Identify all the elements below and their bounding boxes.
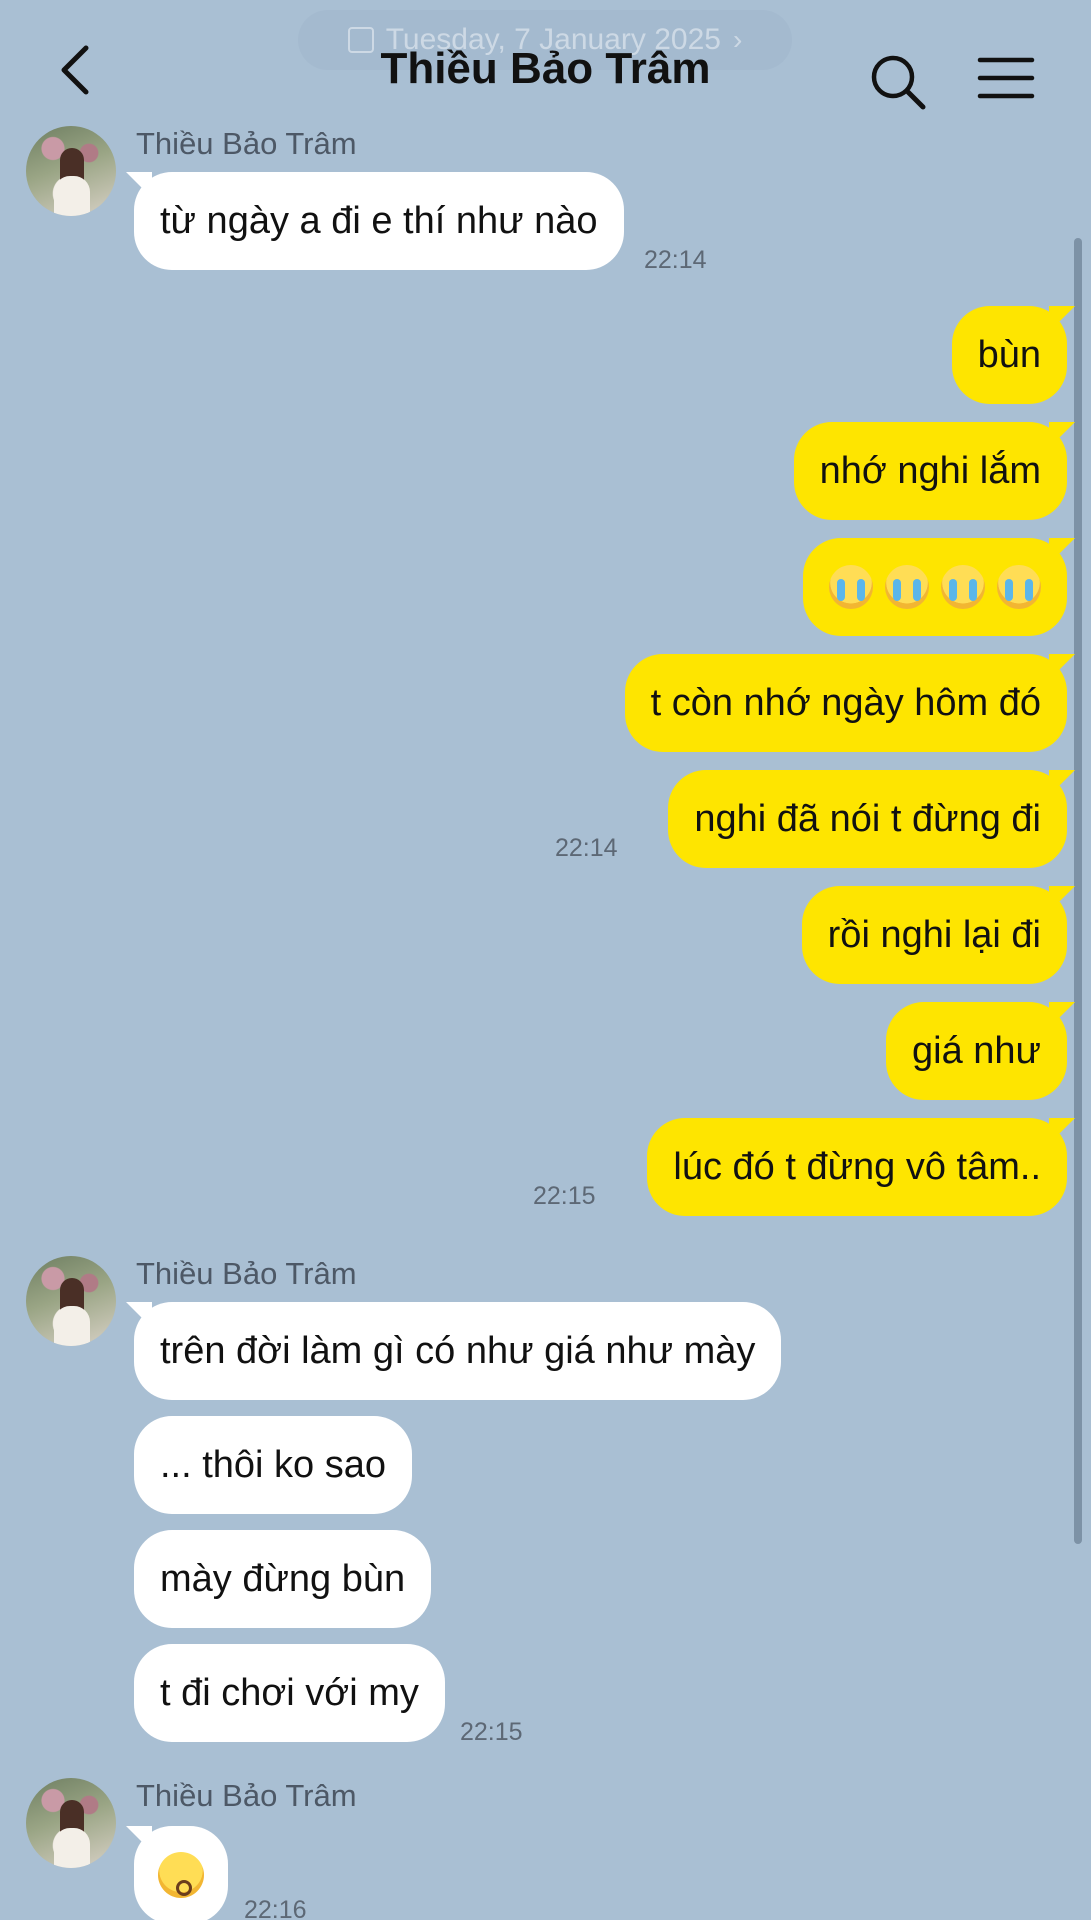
message-time: 22:14 xyxy=(555,834,618,862)
message-text: nhớ nghi lắm xyxy=(819,449,1041,492)
message-bubble-outgoing[interactable]: nhớ nghi lắm xyxy=(793,422,1067,520)
message-bubble-incoming[interactable]: từ ngày a đi e thí như nào xyxy=(134,172,624,270)
avatar[interactable] xyxy=(26,1256,116,1346)
chat-header: Tuesday, 7 January 2025 › Thiều Bảo Trâm xyxy=(0,0,1091,128)
message-text: rồi nghi lại đi xyxy=(827,913,1041,956)
chevron-right-icon: › xyxy=(732,24,743,55)
message-bubble-outgoing[interactable]: bùn xyxy=(951,306,1067,404)
message-text: ... thôi ko sao xyxy=(160,1443,387,1486)
message-bubble-incoming[interactable]: mày đừng bùn xyxy=(134,1530,432,1628)
message-bubble-outgoing[interactable]: giá như xyxy=(886,1002,1067,1100)
chevron-left-icon xyxy=(61,45,89,95)
message-text: giá như xyxy=(912,1029,1041,1072)
back-button[interactable] xyxy=(50,40,110,100)
kissing-face-icon xyxy=(158,1852,204,1898)
chat-screen: Tuesday, 7 January 2025 › Thiều Bảo Trâm xyxy=(0,0,1091,1920)
search-icon xyxy=(871,55,926,110)
message-text: mày đừng bùn xyxy=(160,1557,406,1600)
sender-name: Thiều Bảo Trâm xyxy=(136,1778,357,1813)
date-pill[interactable]: Tuesday, 7 January 2025 › xyxy=(298,10,792,70)
loudly-crying-face-icon xyxy=(829,565,873,609)
message-time: 22:16 xyxy=(244,1896,307,1920)
message-text: nghi đã nói t đừng đi xyxy=(694,797,1041,840)
menu-button[interactable] xyxy=(976,54,1036,102)
message-time: 22:15 xyxy=(533,1182,596,1210)
message-bubble-outgoing[interactable]: t còn nhớ ngày hôm đó xyxy=(624,654,1067,752)
scrollbar[interactable] xyxy=(1074,238,1082,1544)
avatar[interactable] xyxy=(26,126,116,216)
avatar[interactable] xyxy=(26,1778,116,1868)
message-bubble-incoming[interactable]: ... thôi ko sao xyxy=(134,1416,413,1514)
message-bubble-incoming[interactable] xyxy=(134,1826,228,1920)
message-text: t còn nhớ ngày hôm đó xyxy=(650,681,1041,724)
message-text: trên đời làm gì có như giá như mày xyxy=(160,1329,756,1372)
message-time: 22:14 xyxy=(644,246,707,274)
message-bubble-outgoing[interactable]: rồi nghi lại đi xyxy=(801,886,1067,984)
hamburger-menu-icon xyxy=(977,57,1035,99)
message-text: từ ngày a đi e thí như nào xyxy=(160,199,598,242)
message-bubble-outgoing[interactable]: lúc đó t đừng vô tâm.. xyxy=(647,1118,1067,1216)
message-text: bùn xyxy=(977,333,1041,376)
message-bubble-incoming[interactable]: trên đời làm gì có như giá như mày xyxy=(134,1302,782,1400)
message-bubble-outgoing[interactable] xyxy=(803,538,1067,636)
loudly-crying-face-icon xyxy=(997,565,1041,609)
search-button[interactable] xyxy=(866,50,932,116)
calendar-icon xyxy=(347,27,374,53)
message-text: t đi chơi với my xyxy=(160,1671,419,1714)
message-text: lúc đó t đừng vô tâm.. xyxy=(673,1145,1041,1188)
loudly-crying-face-icon xyxy=(941,565,985,609)
sender-name: Thiều Bảo Trâm xyxy=(136,1256,357,1291)
sender-name: Thiều Bảo Trâm xyxy=(136,126,357,161)
date-label: Tuesday, 7 January 2025 xyxy=(385,23,721,56)
loudly-crying-face-icon xyxy=(885,565,929,609)
message-bubble-outgoing[interactable]: nghi đã nói t đừng đi xyxy=(668,770,1067,868)
message-time: 22:15 xyxy=(460,1718,523,1746)
message-bubble-incoming[interactable]: t đi chơi với my xyxy=(134,1644,445,1742)
